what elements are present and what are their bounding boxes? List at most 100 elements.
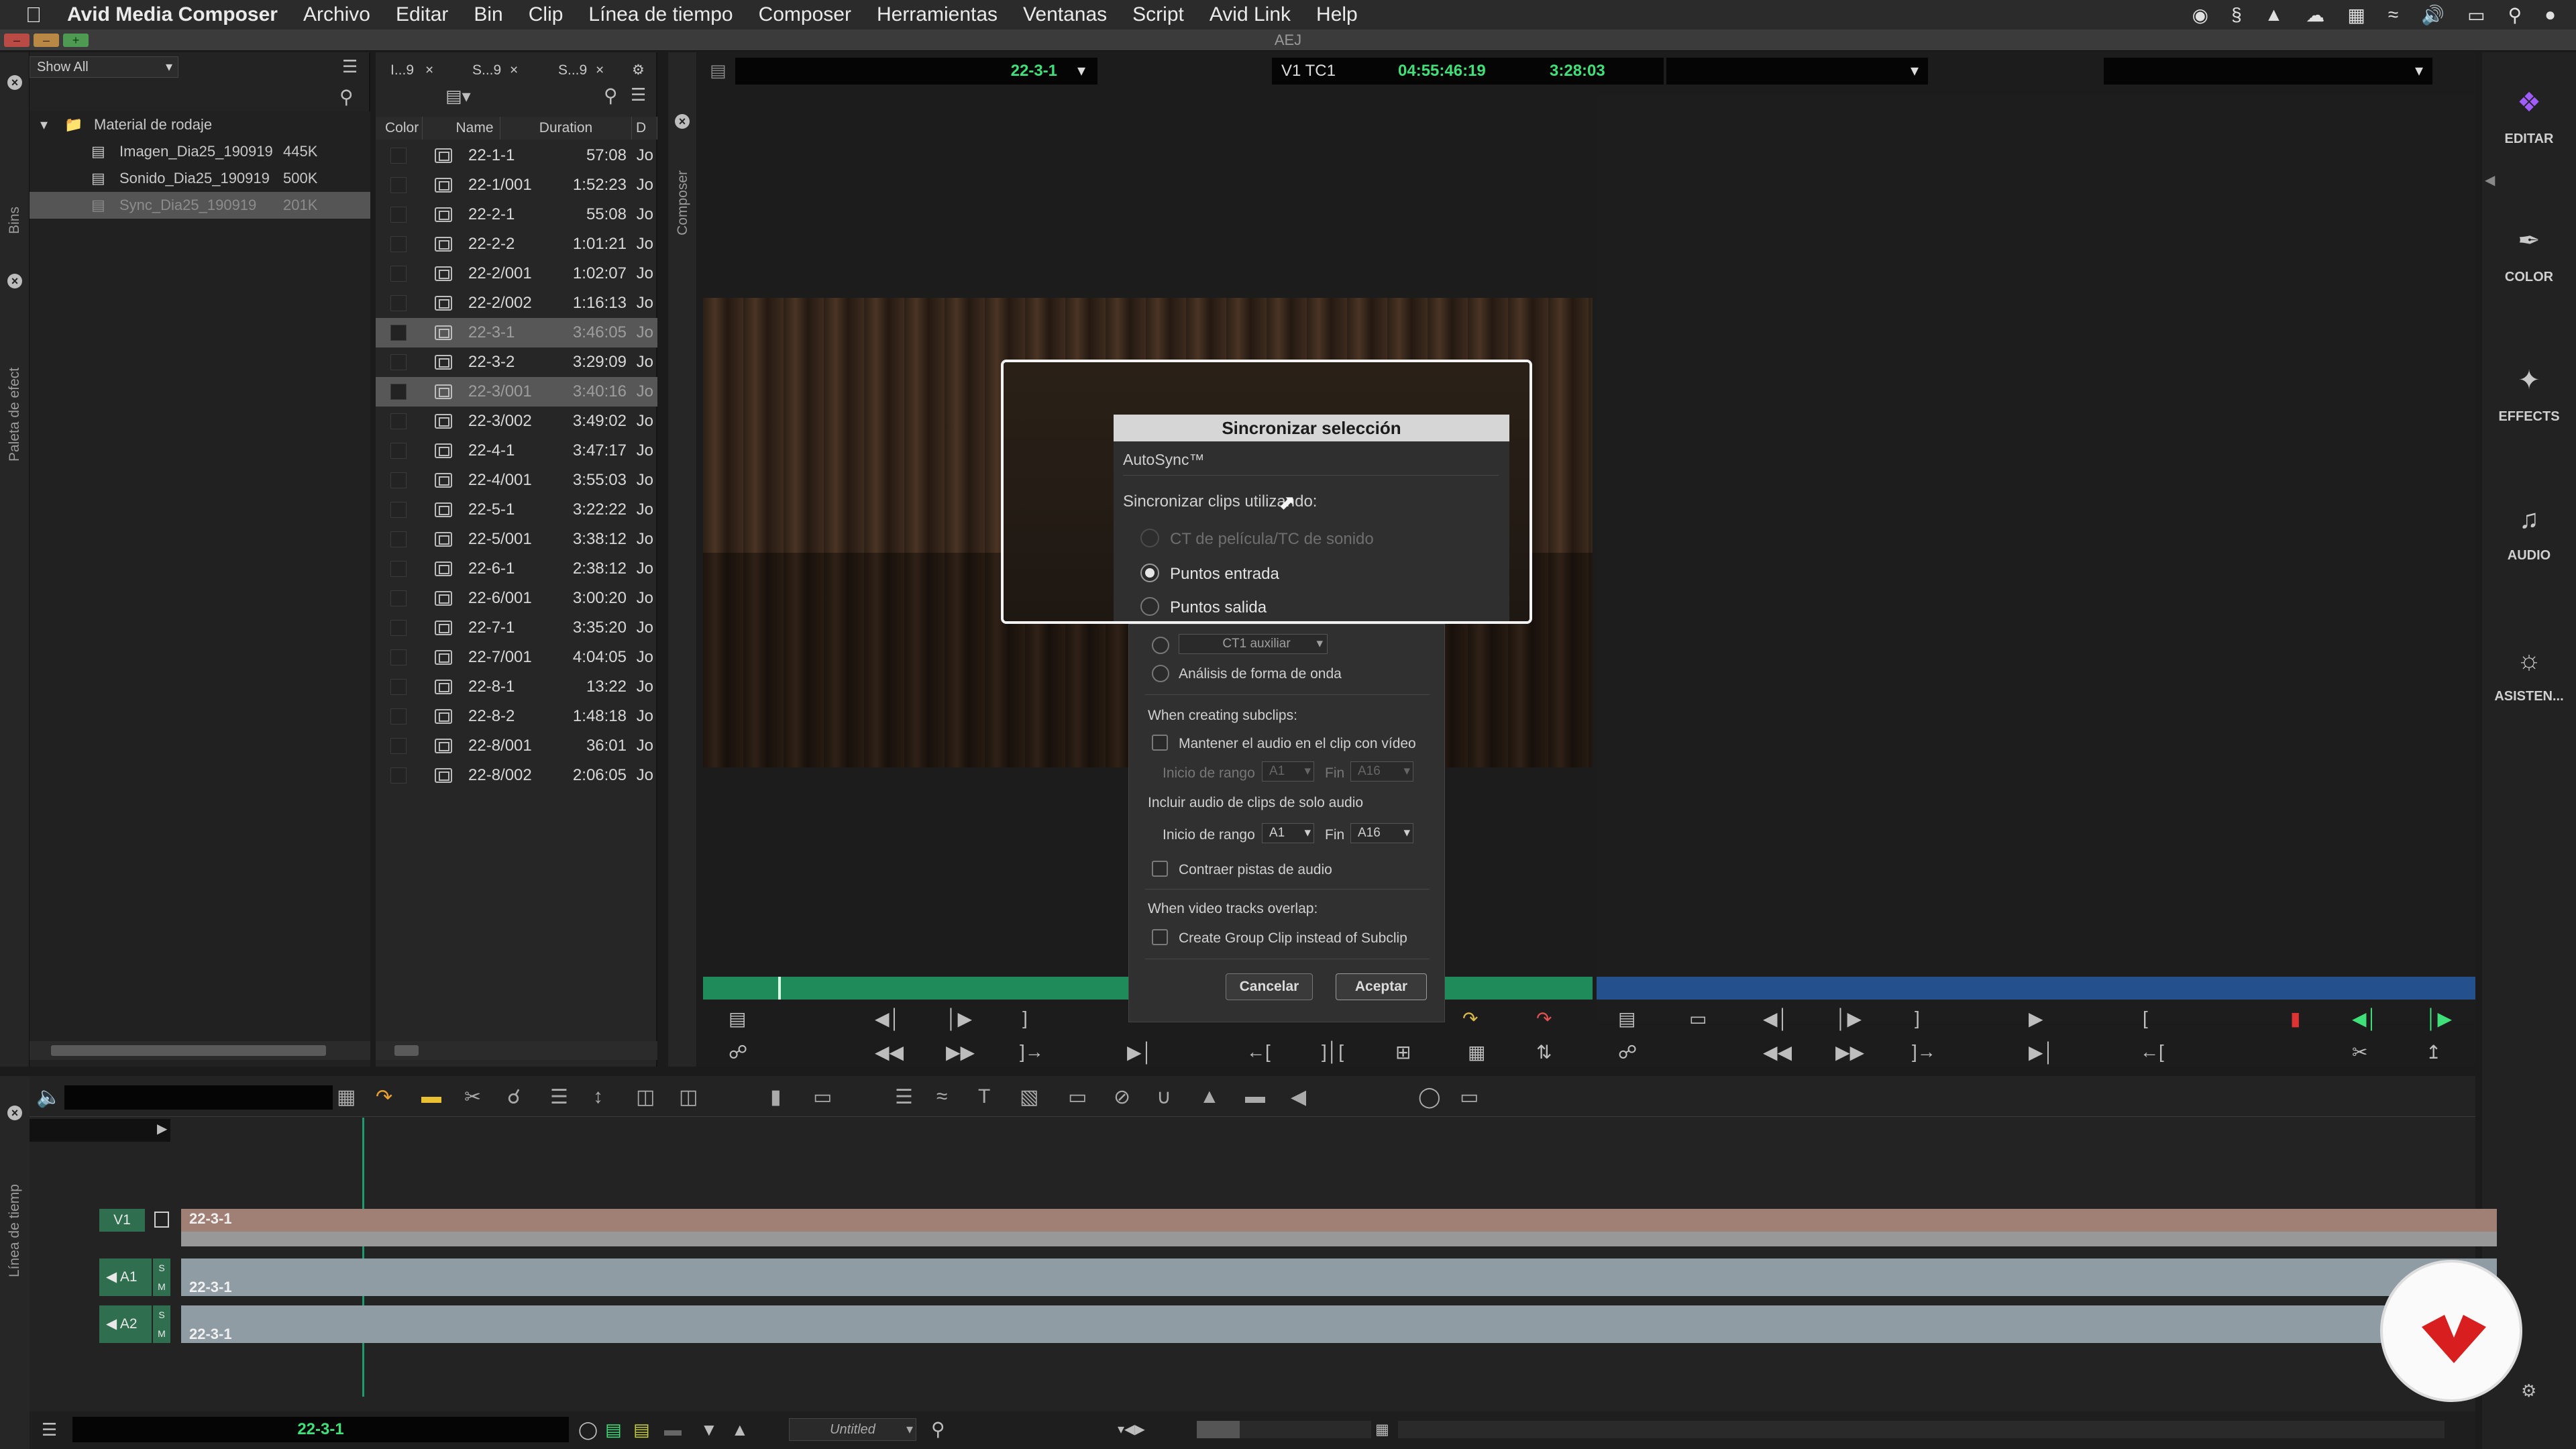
scroll-thumb[interactable]: [394, 1045, 419, 1056]
grid-icon[interactable]: ⊞: [1395, 1041, 1411, 1063]
menu-clip[interactable]: Clip: [529, 3, 564, 26]
clip-toggle-icon[interactable]: ▭: [1689, 1008, 1707, 1030]
export-icon[interactable]: ▭: [1460, 1085, 1479, 1109]
timeline-clip-a1[interactable]: 22-3-1: [181, 1258, 2497, 1296]
search-icon[interactable]: ⚲: [2508, 4, 2522, 26]
close-composer-icon[interactable]: ×: [675, 114, 690, 129]
menu-lines-icon[interactable]: ☰: [342, 56, 358, 77]
column-header-color[interactable]: Color: [376, 117, 423, 140]
mixer-icon[interactable]: ☰: [895, 1085, 913, 1109]
timecode-field[interactable]: [64, 1085, 333, 1110]
clip-row[interactable]: 22-5/001 3:38:12 Jo: [376, 525, 657, 554]
record-circle-icon[interactable]: ◯: [578, 1419, 598, 1440]
color-swatch[interactable]: [390, 502, 407, 518]
workspace-effects[interactable]: ✦ EFFECTS: [2482, 365, 2576, 425]
clip-row[interactable]: 22-1/001 1:52:23 Jo: [376, 170, 657, 200]
clip-row[interactable]: 22-3/002 3:49:02 Jo: [376, 407, 657, 436]
rewind-icon[interactable]: ◀◀: [1763, 1041, 1792, 1063]
color-swatch[interactable]: [390, 649, 407, 665]
step-back-icon[interactable]: ◀│: [1763, 1008, 1789, 1030]
color-swatch[interactable]: [390, 561, 407, 577]
go-to-out-icon[interactable]: ]→: [1912, 1041, 1936, 1063]
color-swatch[interactable]: [390, 295, 407, 311]
tree-bin-row[interactable]: ▤ Sonido_Dia25_190919 500K: [30, 165, 370, 192]
close-tab-icon[interactable]: ×: [425, 59, 433, 82]
clip-row[interactable]: 22-4/001 3:55:03 Jo: [376, 466, 657, 495]
clip-row-selected[interactable]: 22-3-1 3:46:05 Jo: [376, 318, 657, 347]
lift-extract-icon[interactable]: ▬: [421, 1085, 441, 1108]
bin-toggle-icon[interactable]: ▤: [729, 1008, 746, 1030]
palette-dock-label[interactable]: Paleta de efect: [7, 301, 23, 462]
record-monitor[interactable]: [1597, 95, 2475, 1021]
audio-mixdown-icon[interactable]: ◀: [1291, 1085, 1306, 1109]
link-icon[interactable]: ☍: [729, 1041, 747, 1063]
collapse-audio-checkbox[interactable]: [1152, 861, 1168, 877]
workspace-audio[interactable]: ♫ AUDIO: [2482, 504, 2576, 564]
mark-out-icon[interactable]: ]: [1915, 1008, 1920, 1029]
track-selector-v1[interactable]: V1: [99, 1209, 145, 1232]
close-tab-icon[interactable]: ×: [596, 59, 604, 82]
step-forward-icon[interactable]: │▶: [946, 1008, 972, 1030]
play-to-out-icon[interactable]: ▶│: [2029, 1041, 2055, 1063]
menu-script[interactable]: Script: [1132, 3, 1184, 26]
step-forward-icon[interactable]: │▶: [1835, 1008, 1862, 1030]
overwrite-icon[interactable]: ↷: [1536, 1008, 1552, 1030]
green-track-icon[interactable]: ▤: [605, 1419, 622, 1440]
disabled-icon[interactable]: ▬: [664, 1419, 682, 1440]
siri-icon[interactable]: ●: [2544, 4, 2556, 25]
bin-tab[interactable]: S...9: [472, 59, 501, 82]
menu-bin[interactable]: Bin: [474, 3, 502, 26]
color-swatch[interactable]: [390, 325, 407, 341]
playhead-indicator[interactable]: [362, 1118, 364, 1397]
menu-composer[interactable]: Composer: [759, 3, 851, 26]
shapes-icon[interactable]: ▲: [1199, 1085, 1220, 1108]
tree-bin-row-selected[interactable]: ▤ Sync_Dia25_190919 201K: [30, 192, 370, 219]
splice-in-icon[interactable]: ↷: [1462, 1008, 1478, 1030]
grid-icon[interactable]: ▦: [2347, 4, 2365, 26]
record-circle-icon[interactable]: ◯: [1418, 1085, 1441, 1109]
mark-in-icon[interactable]: [: [2143, 1008, 2148, 1029]
menu-archivo[interactable]: Archivo: [303, 3, 370, 26]
fade-icon[interactable]: ∪: [1157, 1085, 1171, 1109]
clip-row[interactable]: 22-2-1 55:08 Jo: [376, 200, 657, 229]
workspace-asistente[interactable]: ☼ ASISTEN...: [2482, 645, 2576, 704]
bins-dock-label[interactable]: Bins: [7, 207, 23, 234]
clip-row[interactable]: 22-2-2 1:01:21 Jo: [376, 229, 657, 259]
color-swatch[interactable]: [390, 384, 407, 400]
timeline-clip-a2[interactable]: 22-3-1: [181, 1305, 2497, 1343]
record-clip-menu[interactable]: ▾: [2104, 58, 2432, 85]
track-selector-a2[interactable]: ◀ A2: [99, 1305, 152, 1343]
group-clip-checkbox[interactable]: [1152, 929, 1168, 945]
tab-menu-icon[interactable]: ⚙: [632, 59, 645, 82]
title-icon[interactable]: T: [978, 1085, 990, 1108]
bin-view-icon[interactable]: ▤▾: [445, 86, 471, 107]
bin-tab[interactable]: I...9: [390, 59, 414, 82]
step-back-icon[interactable]: ◀│: [875, 1008, 901, 1030]
color-swatch[interactable]: [390, 738, 407, 754]
radio-waveform[interactable]: [1152, 665, 1169, 682]
monitor-icon[interactable]: ▭: [813, 1085, 832, 1109]
remove-fx-icon[interactable]: ⊘: [1114, 1085, 1130, 1109]
audio-eq-icon[interactable]: ≈: [936, 1085, 947, 1108]
tree-folder-row[interactable]: ▾ 📁 Material de rodaje: [30, 111, 370, 138]
clear-marks-icon[interactable]: ]│[: [1322, 1041, 1344, 1063]
bin-tab[interactable]: S...9: [558, 59, 587, 82]
clip-row[interactable]: 22-5-1 3:22:22 Jo: [376, 495, 657, 525]
airplay-icon[interactable]: ▭: [2467, 4, 2485, 26]
search-icon[interactable]: ⚲: [604, 85, 618, 107]
color-swatch[interactable]: [390, 443, 407, 459]
clip-row[interactable]: 22-2/001 1:02:07 Jo: [376, 259, 657, 288]
menu-editar[interactable]: Editar: [396, 3, 448, 26]
clip-row[interactable]: 22-6/001 3:00:20 Jo: [376, 584, 657, 613]
matte-icon[interactable]: ▧: [1020, 1085, 1038, 1109]
cancel-button[interactable]: Cancelar: [1226, 973, 1313, 1000]
go-to-out-icon[interactable]: ]→: [1020, 1041, 1044, 1063]
clip-row-selected[interactable]: 22-3/001 3:40:16 Jo: [376, 377, 657, 407]
monitor-toggle-icon[interactable]: [154, 1212, 169, 1228]
source-clip-menu[interactable]: 22-3-1 ▾: [735, 58, 1097, 85]
close-bins-icon[interactable]: ×: [7, 75, 22, 90]
segment-mode-icon[interactable]: ☰: [550, 1085, 568, 1109]
trim-mode-icon[interactable]: ↕: [593, 1085, 603, 1108]
lift-icon[interactable]: ↥: [2426, 1041, 2441, 1063]
close-timeline-icon[interactable]: ×: [7, 1106, 22, 1120]
